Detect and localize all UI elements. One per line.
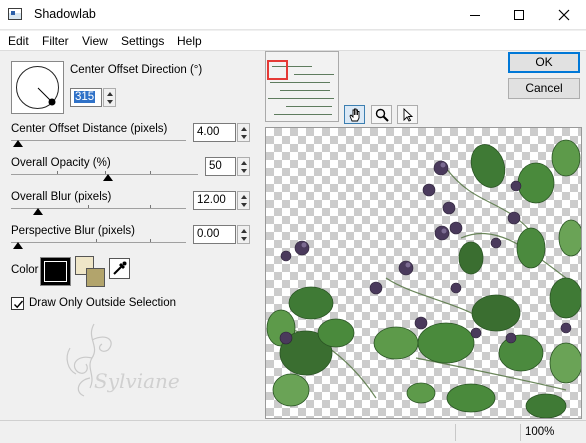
watermark-flourish: Sylviane <box>66 323 180 397</box>
window-title: Shadowlab <box>34 7 96 21</box>
menu-help[interactable]: Help <box>177 34 202 48</box>
menu-edit[interactable]: Edit <box>8 34 29 48</box>
perspective-slider-track[interactable] <box>11 242 186 243</box>
zoom-icon <box>375 108 389 122</box>
blur-slider-thumb[interactable] <box>33 208 43 215</box>
app-icon <box>8 8 22 20</box>
minimize-icon <box>469 14 480 16</box>
opacity-input[interactable]: 50 <box>205 157 236 176</box>
draw-only-outside-checkbox[interactable] <box>11 297 24 310</box>
pan-tool-button[interactable] <box>344 105 365 124</box>
distance-input[interactable]: 4.00 <box>193 123 236 142</box>
dial-indicator-icon <box>37 87 56 106</box>
zoom-tool-button[interactable] <box>371 105 392 124</box>
direction-spinner[interactable] <box>103 88 116 107</box>
opacity-tick <box>150 171 151 174</box>
checkmark-icon <box>14 300 24 309</box>
direction-dial[interactable] <box>11 61 64 114</box>
navigator-thumbnail[interactable] <box>265 51 339 122</box>
hand-icon <box>348 108 359 121</box>
menu-bar: Edit Filter View Settings Help <box>0 31 586 51</box>
cancel-button[interactable]: Cancel <box>508 78 580 99</box>
menu-view[interactable]: View <box>82 34 108 48</box>
watermark: Sylviane <box>56 318 206 418</box>
perspective-input[interactable]: 0.00 <box>193 225 236 244</box>
zoom-level: 100% <box>520 424 584 441</box>
blur-input[interactable]: 12.00 <box>193 191 236 210</box>
svg-text:Sylviane: Sylviane <box>94 369 180 393</box>
close-button[interactable] <box>541 0 586 30</box>
eyedropper-icon <box>113 261 127 275</box>
status-bar: 100% <box>0 420 586 443</box>
maximize-icon <box>513 10 524 20</box>
blur-spinner[interactable] <box>237 191 250 210</box>
title-bar: Shadowlab <box>0 0 586 30</box>
preview-artwork <box>266 139 581 418</box>
perspective-tick <box>150 239 151 242</box>
perspective-slider-thumb[interactable] <box>13 242 23 249</box>
pointer-icon <box>403 107 413 122</box>
perspective-spinner[interactable] <box>237 225 250 244</box>
distance-label: Center Offset Distance (pixels) <box>11 123 168 135</box>
distance-slider-track[interactable] <box>11 140 186 141</box>
blur-tick <box>88 205 89 208</box>
preview-canvas[interactable] <box>265 127 582 419</box>
status-separator <box>455 424 456 441</box>
pointer-tool-button[interactable] <box>397 105 418 124</box>
ok-button[interactable]: OK <box>508 52 580 73</box>
opacity-slider-thumb[interactable] <box>103 174 113 181</box>
direction-input[interactable]: 315 <box>70 88 102 107</box>
distance-spinner[interactable] <box>237 123 250 142</box>
close-icon <box>558 9 569 21</box>
opacity-label: Overall Opacity (%) <box>11 157 111 169</box>
menu-settings[interactable]: Settings <box>121 34 164 48</box>
menu-filter[interactable]: Filter <box>42 34 69 48</box>
opacity-spinner[interactable] <box>237 157 250 176</box>
minimize-button[interactable] <box>452 0 497 30</box>
color-label: Color <box>11 264 39 276</box>
background-swatch[interactable] <box>86 268 105 287</box>
distance-slider-thumb[interactable] <box>13 140 23 147</box>
direction-value: 315 <box>74 91 96 103</box>
material-swatches[interactable] <box>75 256 107 288</box>
perspective-tick <box>96 239 97 242</box>
viewport-indicator[interactable] <box>267 60 288 80</box>
eyedropper-button[interactable] <box>109 258 130 279</box>
perspective-label: Perspective Blur (pixels) <box>11 225 135 237</box>
blur-tick <box>150 205 151 208</box>
blur-label: Overall Blur (pixels) <box>11 191 112 203</box>
direction-label: Center Offset Direction (°) <box>70 64 203 76</box>
shadow-color-swatch[interactable] <box>40 257 71 286</box>
draw-only-outside-label: Draw Only Outside Selection <box>29 297 177 309</box>
opacity-tick <box>57 171 58 174</box>
maximize-button[interactable] <box>496 0 541 30</box>
